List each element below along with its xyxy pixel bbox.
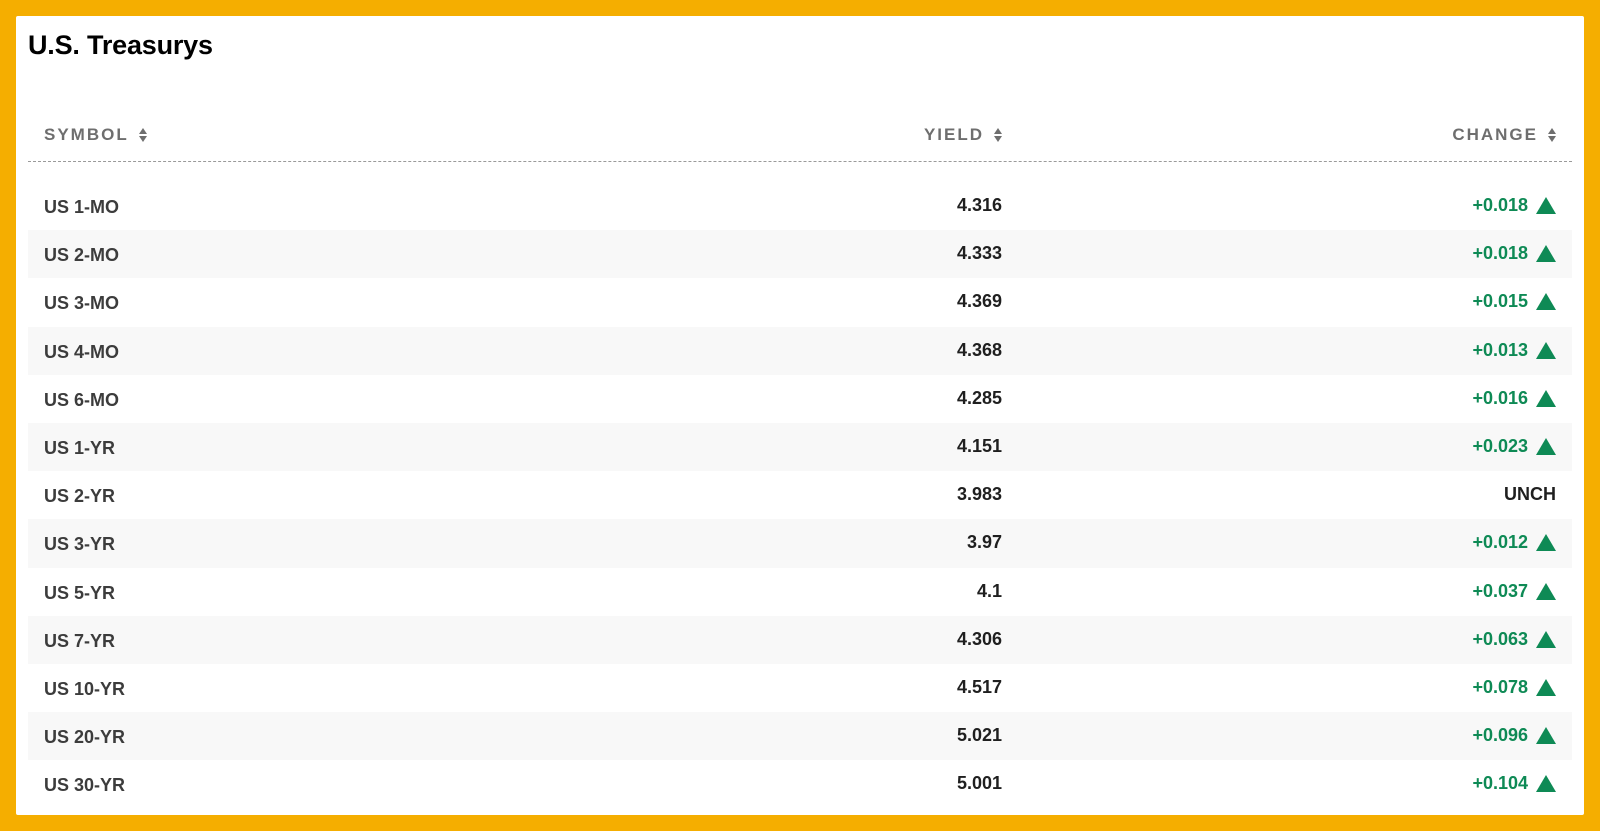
arrow-up-icon — [1536, 293, 1556, 311]
arrow-up-icon — [1536, 341, 1556, 359]
arrow-up-icon — [1536, 727, 1556, 745]
treasurys-panel: U.S. Treasurys SYMBOL YIELD CHANGE US 1-… — [16, 16, 1584, 815]
change-cell: +0.037 — [1472, 581, 1556, 602]
arrow-up-icon — [1536, 775, 1556, 793]
arrow-up-icon — [1536, 630, 1556, 648]
yield-value: 4.368 — [956, 339, 1002, 360]
yield-value: 4.306 — [956, 628, 1002, 649]
symbol-link[interactable]: US 1-YR — [44, 438, 115, 459]
change-value: +0.016 — [1472, 387, 1528, 408]
table-header: SYMBOL YIELD CHANGE — [28, 103, 1572, 162]
change-value: +0.013 — [1472, 339, 1528, 360]
yield-value: 4.151 — [956, 435, 1002, 456]
change-cell: +0.104 — [1472, 773, 1556, 794]
table-row[interactable]: US 2-YR 3.983 UNCH — [28, 471, 1572, 519]
change-cell: +0.096 — [1472, 725, 1556, 746]
yield-value: 4.333 — [956, 243, 1002, 264]
table-row[interactable]: US 5-YR 4.1 +0.037 — [28, 568, 1572, 616]
yield-value: 5.001 — [956, 773, 1002, 794]
change-cell: +0.013 — [1472, 340, 1556, 361]
arrow-up-icon — [1536, 389, 1556, 407]
symbol-link[interactable]: US 4-MO — [44, 342, 119, 363]
arrow-up-icon — [1536, 534, 1556, 552]
change-value: +0.104 — [1472, 773, 1528, 794]
table-body: US 1-MO 4.316 +0.018 US 2-MO 4.333 +0.018 US 3… — [28, 182, 1572, 808]
yield-value: 4.316 — [956, 195, 1002, 215]
symbol-link[interactable]: US 10-YR — [44, 679, 125, 700]
arrow-up-icon — [1536, 678, 1556, 696]
change-value: +0.023 — [1472, 435, 1528, 456]
change-cell: +0.018 — [1472, 243, 1556, 264]
page-title: U.S. Treasurys — [28, 30, 213, 60]
symbol-link[interactable]: US 3-MO — [44, 293, 119, 314]
yield-value: 4.285 — [956, 387, 1002, 408]
arrow-up-icon — [1536, 197, 1556, 214]
change-value: +0.078 — [1472, 676, 1528, 697]
change-value: +0.018 — [1472, 195, 1528, 215]
symbol-link[interactable]: US 5-YR — [44, 583, 115, 604]
table-row[interactable]: US 4-MO 4.368 +0.013 — [28, 326, 1572, 375]
table-row[interactable]: US 1-MO 4.316 +0.018 — [28, 182, 1572, 230]
table-row[interactable]: US 20-YR 5.021 +0.096 — [28, 712, 1572, 761]
change-header-label: CHANGE — [1452, 125, 1538, 144]
yield-value: 5.021 — [956, 725, 1002, 746]
sort-yield-header[interactable]: YIELD — [924, 125, 1002, 145]
change-value: +0.037 — [1472, 580, 1528, 601]
change-cell: +0.018 — [1472, 195, 1556, 216]
symbol-link[interactable]: US 2-MO — [44, 245, 119, 266]
change-value: UNCH — [1504, 484, 1556, 505]
table-row[interactable]: US 7-YR 4.306 +0.063 — [28, 615, 1572, 664]
symbol-link[interactable]: US 7-YR — [44, 631, 115, 652]
table-row[interactable]: US 30-YR 5.001 +0.104 — [28, 760, 1572, 808]
sort-icon — [994, 128, 1002, 142]
table-row[interactable]: US 2-MO 4.333 +0.018 — [28, 230, 1572, 279]
treasurys-table: SYMBOL YIELD CHANGE US 1-MO 4.316 +0.018 US… — [28, 103, 1572, 808]
table-row[interactable]: US 3-MO 4.369 +0.015 — [28, 278, 1572, 326]
table-row[interactable]: US 3-YR 3.97 +0.012 — [28, 519, 1572, 568]
sort-icon — [138, 128, 147, 142]
yield-value: 4.369 — [956, 291, 1002, 312]
change-value: +0.018 — [1472, 243, 1528, 264]
change-cell: +0.016 — [1472, 388, 1556, 409]
yield-header-label: YIELD — [923, 125, 984, 144]
arrow-up-icon — [1536, 437, 1556, 455]
symbol-link[interactable]: US 2-YR — [44, 486, 115, 507]
symbol-link[interactable]: US 20-YR — [44, 727, 125, 748]
change-value: +0.063 — [1472, 628, 1528, 649]
change-cell: +0.012 — [1472, 532, 1556, 553]
change-cell: +0.078 — [1472, 677, 1556, 698]
table-row[interactable]: US 1-YR 4.151 +0.023 — [28, 422, 1572, 472]
change-cell: +0.063 — [1472, 629, 1556, 650]
yield-value: 3.983 — [956, 484, 1002, 505]
change-cell: +0.015 — [1472, 291, 1556, 312]
sort-symbol-header[interactable]: SYMBOL — [44, 125, 147, 145]
arrow-up-icon — [1536, 582, 1556, 600]
sort-change-header[interactable]: CHANGE — [1452, 125, 1556, 145]
symbol-header-label: SYMBOL — [44, 125, 129, 144]
change-value: +0.012 — [1472, 532, 1528, 553]
symbol-link[interactable]: US 3-YR — [44, 534, 115, 555]
change-cell: +0.023 — [1472, 436, 1556, 457]
table-row[interactable]: US 6-MO 4.285 +0.016 — [28, 375, 1572, 423]
sort-icon — [1548, 128, 1556, 142]
yield-value: 3.97 — [966, 532, 1002, 553]
change-value: +0.096 — [1472, 725, 1528, 746]
arrow-up-icon — [1536, 245, 1556, 263]
change-value: +0.015 — [1472, 291, 1528, 312]
table-row[interactable]: US 10-YR 4.517 +0.078 — [28, 664, 1572, 712]
symbol-link[interactable]: US 6-MO — [44, 390, 119, 411]
symbol-link[interactable]: US 1-MO — [44, 197, 119, 218]
yield-value: 4.517 — [956, 676, 1002, 697]
yield-value: 4.1 — [976, 580, 1002, 601]
symbol-link[interactable]: US 30-YR — [44, 775, 125, 796]
change-cell: UNCH — [1504, 484, 1556, 505]
